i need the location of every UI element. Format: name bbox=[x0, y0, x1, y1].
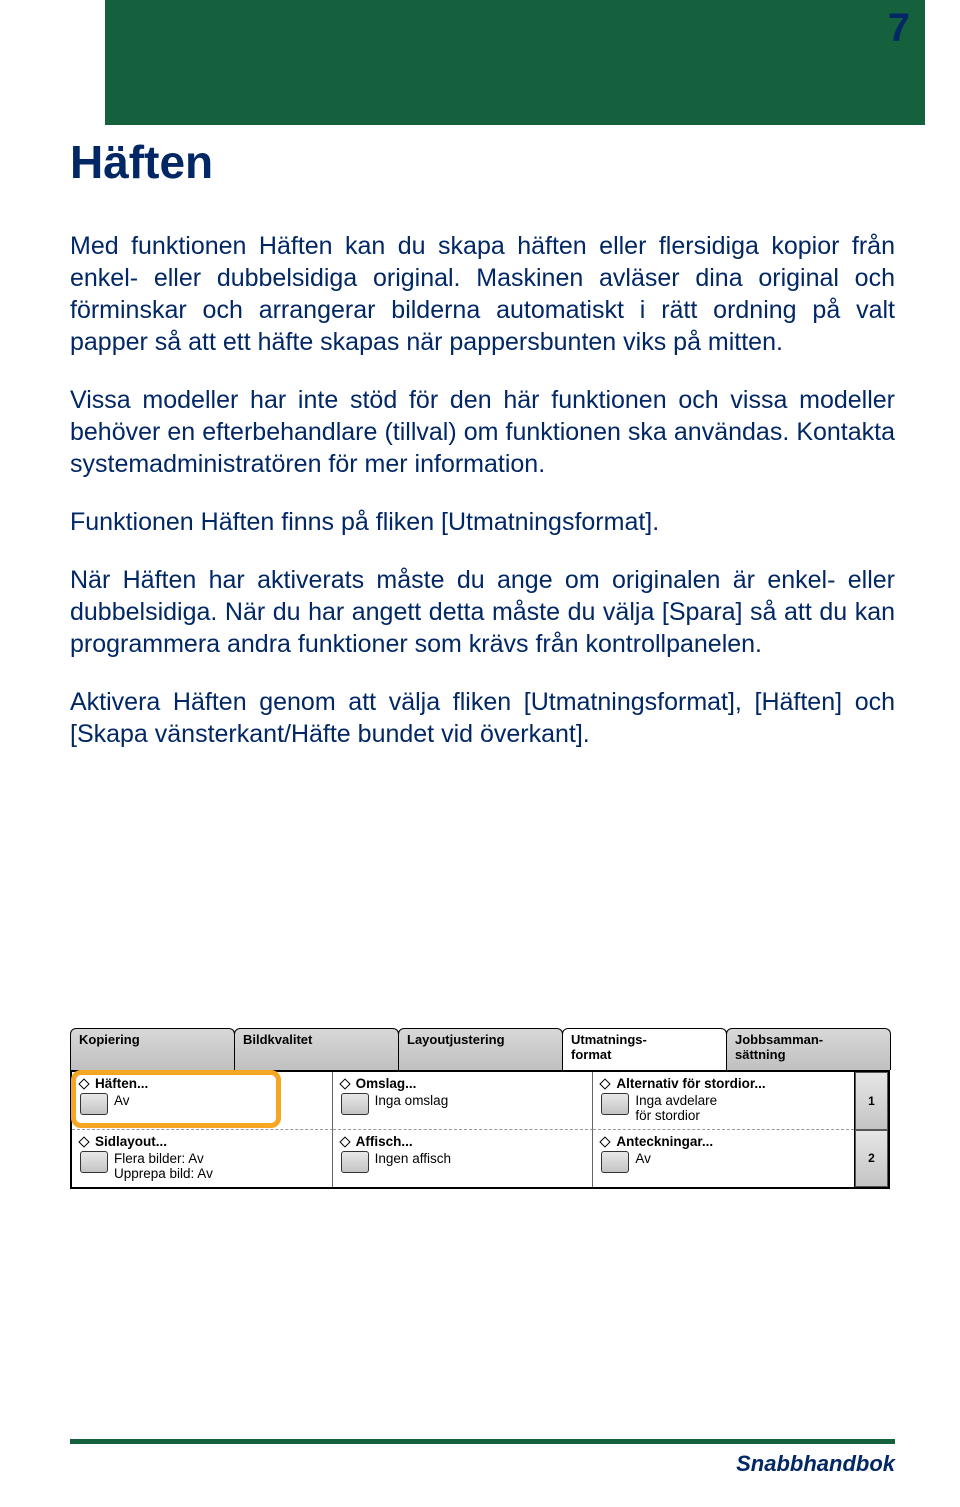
tab-utmatningsformat[interactable]: Utmatnings- format bbox=[562, 1028, 727, 1070]
option-value: Av bbox=[114, 1093, 130, 1108]
options-panel: Häften... Av Omslag... Inga omslag Alter… bbox=[70, 1070, 890, 1189]
diamond-icon bbox=[600, 1078, 611, 1089]
scroll-up-button[interactable]: 1 bbox=[855, 1072, 888, 1130]
option-value: Inga omslag bbox=[375, 1093, 449, 1108]
option-title: Alternativ för stordior... bbox=[616, 1076, 765, 1091]
option-value: Flera bilder: Av Upprepa bild: Av bbox=[114, 1151, 213, 1181]
tab-label: Jobbsamman- sättning bbox=[735, 1032, 823, 1062]
body-text: Med funktionen Häften kan du skapa häfte… bbox=[70, 230, 895, 776]
option-button[interactable] bbox=[341, 1093, 369, 1115]
option-haften[interactable]: Häften... Av bbox=[72, 1072, 333, 1129]
page-title: Häften bbox=[70, 135, 213, 189]
paragraph: Med funktionen Häften kan du skapa häfte… bbox=[70, 230, 895, 358]
option-title: Häften... bbox=[95, 1076, 148, 1091]
option-title: Anteckningar... bbox=[616, 1134, 713, 1149]
option-affisch[interactable]: Affisch... Ingen affisch bbox=[333, 1129, 594, 1187]
tab-bildkvalitet[interactable]: Bildkvalitet bbox=[234, 1028, 399, 1070]
option-omslag[interactable]: Omslag... Inga omslag bbox=[333, 1072, 594, 1129]
option-button[interactable] bbox=[601, 1151, 629, 1173]
option-button[interactable] bbox=[80, 1151, 108, 1173]
option-value: Ingen affisch bbox=[375, 1151, 451, 1166]
option-title: Sidlayout... bbox=[95, 1134, 167, 1149]
diamond-icon bbox=[78, 1078, 89, 1089]
tab-layoutjustering[interactable]: Layoutjustering bbox=[398, 1028, 563, 1070]
option-alternativ-stordior[interactable]: Alternativ för stordior... Inga avdelare… bbox=[593, 1072, 854, 1129]
diamond-icon bbox=[600, 1136, 611, 1147]
diamond-icon bbox=[78, 1136, 89, 1147]
paragraph: Aktivera Häften genom att välja fliken [… bbox=[70, 686, 895, 750]
tab-label: Layoutjustering bbox=[407, 1032, 505, 1047]
option-value: Av bbox=[635, 1151, 651, 1166]
paragraph: När Häften har aktiverats måste du ange … bbox=[70, 564, 895, 660]
tab-kopiering[interactable]: Kopiering bbox=[70, 1028, 235, 1070]
tab-bar: Kopiering Bildkvalitet Layoutjustering U… bbox=[70, 1028, 890, 1070]
diamond-icon bbox=[339, 1136, 350, 1147]
option-title: Omslag... bbox=[356, 1076, 417, 1091]
header-bar bbox=[105, 0, 925, 125]
option-button[interactable] bbox=[341, 1151, 369, 1173]
paragraph: Vissa modeller har inte stöd för den här… bbox=[70, 384, 895, 480]
footer-divider bbox=[70, 1439, 895, 1444]
option-value: Inga avdelare för stordior bbox=[635, 1093, 717, 1123]
scroll-column: 1 2 bbox=[854, 1072, 888, 1187]
page-number: 7 bbox=[888, 6, 910, 51]
option-button[interactable] bbox=[80, 1093, 108, 1115]
option-button[interactable] bbox=[601, 1093, 629, 1115]
printer-panel-screenshot: Kopiering Bildkvalitet Layoutjustering U… bbox=[70, 1028, 890, 1189]
option-sidlayout[interactable]: Sidlayout... Flera bilder: Av Upprepa bi… bbox=[72, 1129, 333, 1187]
scroll-down-button[interactable]: 2 bbox=[855, 1130, 888, 1188]
tab-label: Bildkvalitet bbox=[243, 1032, 312, 1047]
option-title: Affisch... bbox=[356, 1134, 413, 1149]
tab-label: Utmatnings- format bbox=[571, 1032, 647, 1062]
tab-label: Kopiering bbox=[79, 1032, 140, 1047]
paragraph: Funktionen Häften finns på fliken [Utmat… bbox=[70, 506, 895, 538]
option-anteckningar[interactable]: Anteckningar... Av bbox=[593, 1129, 854, 1187]
tab-jobbsammansattning[interactable]: Jobbsamman- sättning bbox=[726, 1028, 891, 1070]
diamond-icon bbox=[339, 1078, 350, 1089]
footer-label: Snabbhandbok bbox=[736, 1451, 895, 1477]
